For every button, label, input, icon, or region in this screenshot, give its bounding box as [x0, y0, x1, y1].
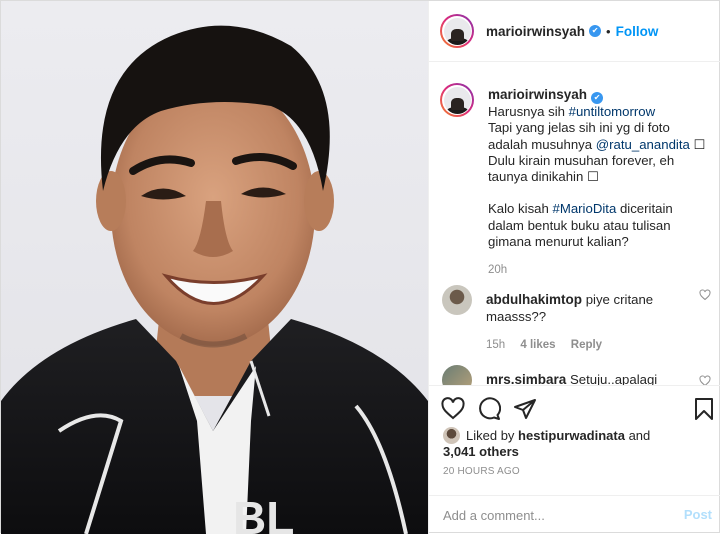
- commenter-avatar[interactable]: [442, 285, 472, 315]
- comment-text-cont: maasss??: [486, 309, 547, 324]
- comment-likes-count[interactable]: 4 likes: [520, 339, 555, 351]
- comment-text: piye critane: [585, 292, 654, 307]
- author-avatar[interactable]: [440, 14, 474, 48]
- reply-button[interactable]: Reply: [571, 339, 602, 351]
- commenter-username[interactable]: abdulhakimtop: [486, 292, 582, 307]
- separator-dot: •: [606, 23, 611, 39]
- verified-badge-icon: ✔: [591, 92, 604, 104]
- like-comment-heart-icon[interactable]: [699, 375, 711, 385]
- hashtag-link[interactable]: #untiltomorrow: [569, 104, 656, 119]
- comment-time: 15h: [486, 339, 506, 351]
- verified-badge-icon: ✔: [589, 25, 602, 37]
- caption-username[interactable]: marioirwinsyah: [488, 87, 587, 102]
- caption-avatar[interactable]: [440, 83, 474, 117]
- likes-summary: Liked by hestipurwadinata and 3,041 othe…: [443, 427, 713, 460]
- caption-text: marioirwinsyah ✔ Harusnya sih #untiltomor…: [488, 87, 708, 279]
- post-comment-button[interactable]: Post: [684, 507, 712, 522]
- post-header: marioirwinsyah ✔ • Follow: [429, 1, 720, 62]
- post-photo[interactable]: BL: [1, 1, 428, 534]
- hashtag-link[interactable]: #MarioDita: [553, 201, 617, 216]
- mention-link[interactable]: @ratu_anandita: [596, 137, 690, 152]
- liker-username[interactable]: hestipurwadinata: [518, 428, 625, 443]
- post-timestamp[interactable]: 20 HOURS AGO: [443, 466, 520, 477]
- commenter-username[interactable]: mrs.simbara: [486, 372, 566, 385]
- likes-count[interactable]: 3,041 others: [443, 444, 713, 460]
- add-comment-input[interactable]: [443, 507, 673, 523]
- post-side-panel: marioirwinsyah ✔ • Follow marioirwinsyah…: [428, 1, 720, 534]
- instagram-post: BL marioirwinsyah ✔ • Follow marioirwins…: [0, 0, 720, 534]
- bookmark-icon[interactable]: [692, 397, 716, 421]
- comment-text: Setuju..apalagi: [569, 372, 658, 385]
- post-actions: Liked by hestipurwadinata and 3,041 othe…: [429, 385, 720, 495]
- svg-text:BL: BL: [233, 492, 294, 534]
- comments-area[interactable]: marioirwinsyah ✔ Harusnya sih #untiltomor…: [429, 63, 720, 385]
- comment-icon[interactable]: [477, 397, 501, 421]
- heart-icon[interactable]: [441, 397, 465, 421]
- like-comment-heart-icon[interactable]: [699, 289, 711, 301]
- author-username[interactable]: marioirwinsyah: [486, 24, 585, 39]
- portrait-illustration: BL: [1, 25, 428, 534]
- follow-button[interactable]: Follow: [616, 24, 659, 39]
- share-icon[interactable]: [513, 397, 537, 421]
- caption-timestamp: 20h: [488, 264, 508, 277]
- liker-avatar: [443, 427, 460, 444]
- add-comment-bar: Post: [429, 495, 720, 534]
- commenter-avatar[interactable]: [442, 365, 472, 385]
